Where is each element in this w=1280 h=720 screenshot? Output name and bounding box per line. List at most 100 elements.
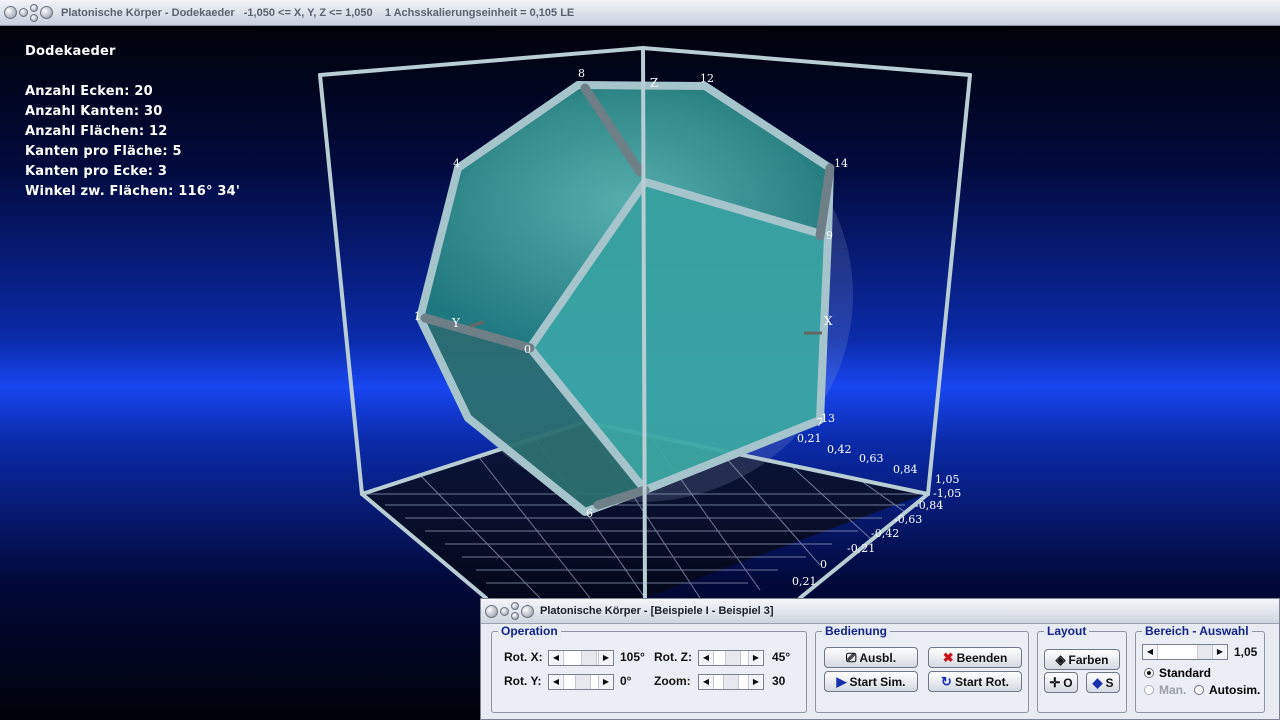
- s-button[interactable]: ◆ S: [1086, 672, 1120, 693]
- rot-x-thumb[interactable]: [581, 651, 597, 665]
- standard-radio-label: Standard: [1159, 666, 1212, 680]
- bereich-value: 1,05: [1234, 645, 1258, 659]
- info-dihedral-angle: Winkel zw. Flächen: 116° 34': [25, 184, 241, 199]
- dialog-close-orb-icon[interactable]: [485, 604, 498, 618]
- vertex-label: 6: [586, 507, 593, 520]
- operation-legend: Operation: [498, 624, 561, 638]
- man-radio: Man.: [1144, 683, 1186, 697]
- dialog-app-orb-icon: [521, 604, 534, 618]
- rot-y-left-arrow-icon[interactable]: ◀: [549, 675, 564, 689]
- man-radio-dot: [1144, 685, 1154, 695]
- bereich-group: Bereich - Auswahl ◀ ▶ 1,05 Standard Man.…: [1135, 624, 1265, 713]
- zoom-value: 30: [772, 674, 786, 688]
- layout-group: Layout ◈ Farben ✛ O ◆ S: [1037, 624, 1127, 713]
- y-tick-label: -0,21: [847, 542, 875, 555]
- bereich-thumb[interactable]: [1197, 645, 1213, 659]
- window-resize-orbs[interactable]: [30, 3, 38, 23]
- rot-x-left-arrow-icon[interactable]: ◀: [549, 651, 564, 665]
- info-faces: Anzahl Flächen: 12: [25, 124, 168, 139]
- standard-radio[interactable]: Standard: [1144, 666, 1211, 680]
- man-radio-label: Man.: [1159, 683, 1187, 697]
- rot-y-thumb[interactable]: [575, 675, 591, 689]
- rot-y-slider[interactable]: ◀ ▶: [548, 674, 614, 690]
- rot-y-label: Rot. Y:: [504, 674, 542, 688]
- x-tick-label: 0,21: [797, 432, 822, 445]
- beenden-button-label: Beenden: [956, 650, 1008, 665]
- paint-bucket-icon: ◈: [1055, 651, 1066, 667]
- info-vertices: Anzahl Ecken: 20: [25, 84, 153, 99]
- vertex-label: 12: [700, 72, 714, 85]
- window-close-orb-icon[interactable]: [4, 6, 17, 19]
- y-tick-label: 0: [820, 558, 827, 571]
- vertex-label: 0: [524, 343, 531, 356]
- vertex-label: 8: [578, 67, 585, 80]
- window-maximize-orb-icon[interactable]: [30, 3, 38, 12]
- s-button-label: S: [1105, 675, 1114, 690]
- bereich-legend: Bereich - Auswahl: [1142, 624, 1252, 638]
- x-axis-label: X: [824, 314, 833, 328]
- vertex-label: 1: [414, 310, 421, 323]
- y-tick-label: -0,63: [894, 513, 922, 526]
- o-button[interactable]: ✛ O: [1044, 672, 1078, 693]
- operation-group: Operation Rot. X: ◀ ▶ 105° Rot. Z: ◀ ▶ 4…: [491, 624, 807, 713]
- farben-button[interactable]: ◈ Farben: [1044, 649, 1120, 670]
- autosim-radio-dot[interactable]: [1194, 685, 1204, 695]
- rot-x-label: Rot. X:: [504, 650, 543, 664]
- dialog-window-controls: [485, 601, 536, 621]
- y-axis-label: Y: [451, 316, 461, 330]
- rot-z-left-arrow-icon[interactable]: ◀: [699, 651, 714, 665]
- x-tick-label: 0,63: [859, 452, 884, 465]
- x-tick-label: 0,84: [893, 463, 918, 476]
- play-icon: ▶: [836, 673, 847, 689]
- rot-z-slider[interactable]: ◀ ▶: [698, 650, 764, 666]
- rot-x-right-arrow-icon[interactable]: ▶: [598, 651, 613, 665]
- autosim-radio-label: Autosim.: [1209, 683, 1261, 697]
- crosshair-icon: ✛: [1049, 674, 1061, 690]
- dialog-restore-orb-icon[interactable]: [511, 612, 519, 620]
- y-tick-label: 0,21: [792, 575, 817, 588]
- start-rot-button-label: Start Rot.: [954, 674, 1009, 689]
- o-button-label: O: [1063, 675, 1073, 690]
- beenden-button[interactable]: ✖ Beenden: [928, 647, 1022, 668]
- info-edges: Anzahl Kanten: 30: [25, 104, 163, 119]
- start-sim-button[interactable]: ▶ Start Sim.: [824, 671, 918, 692]
- bedienung-legend: Bedienung: [822, 624, 890, 638]
- rotate-icon: ↻: [941, 673, 952, 689]
- standard-radio-dot[interactable]: [1144, 668, 1154, 678]
- zoom-left-arrow-icon[interactable]: ◀: [699, 675, 714, 689]
- layout-legend: Layout: [1044, 624, 1090, 638]
- rot-x-slider[interactable]: ◀ ▶: [548, 650, 614, 666]
- info-edges-per-vertex: Kanten pro Ecke: 3: [25, 164, 168, 179]
- rot-y-right-arrow-icon[interactable]: ▶: [598, 675, 613, 689]
- window-app-orb-icon: [40, 6, 53, 19]
- ausbl-button[interactable]: ⎚ Ausbl.: [824, 647, 918, 668]
- dialog-title-bar[interactable]: Platonische Körper - [Beispiele I - Beis…: [481, 599, 1279, 624]
- start-rot-button[interactable]: ↻ Start Rot.: [928, 671, 1022, 692]
- autosim-radio[interactable]: Autosim.: [1194, 683, 1260, 697]
- bereich-slider[interactable]: ◀ ▶: [1142, 644, 1228, 660]
- control-dialog: Platonische Körper - [Beispiele I - Beis…: [480, 598, 1280, 720]
- zoom-thumb[interactable]: [723, 675, 739, 689]
- bereich-left-arrow-icon[interactable]: ◀: [1143, 645, 1158, 659]
- window-controls: [4, 3, 55, 23]
- window-minimize-orb-icon[interactable]: [19, 8, 28, 17]
- dialog-maximize-orb-icon[interactable]: [511, 602, 519, 610]
- rot-x-value: 105°: [620, 650, 645, 664]
- main-title-bar: Platonische Körper - Dodekaeder -1,050 <…: [0, 0, 1280, 26]
- bereich-right-arrow-icon[interactable]: ▶: [1212, 645, 1227, 659]
- vertex-label: 4: [453, 157, 460, 170]
- rot-z-thumb[interactable]: [725, 651, 741, 665]
- bedienung-group: Bedienung ⎚ Ausbl. ✖ Beenden ▶ Start Sim…: [815, 624, 1029, 713]
- window-restore-orb-icon[interactable]: [30, 13, 38, 22]
- start-sim-button-label: Start Sim.: [849, 674, 906, 689]
- farben-button-label: Farben: [1068, 652, 1109, 667]
- rot-z-right-arrow-icon[interactable]: ▶: [748, 651, 763, 665]
- dialog-title: Platonische Körper - [Beispiele I - Beis…: [540, 605, 774, 617]
- dialog-minimize-orb-icon[interactable]: [500, 606, 509, 616]
- close-x-icon: ✖: [942, 649, 954, 665]
- dialog-resize-orbs[interactable]: [511, 601, 519, 621]
- zoom-right-arrow-icon[interactable]: ▶: [748, 675, 763, 689]
- zoom-slider[interactable]: ◀ ▶: [698, 674, 764, 690]
- vertex-label: 14: [834, 157, 848, 170]
- info-edges-per-face: Kanten pro Fläche: 5: [25, 144, 182, 159]
